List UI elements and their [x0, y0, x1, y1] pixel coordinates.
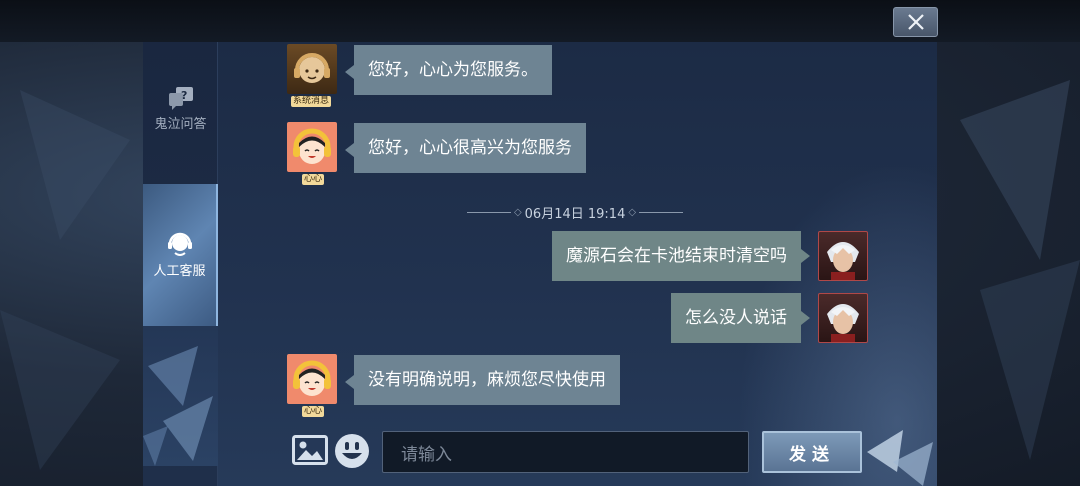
player-avatar: [818, 231, 868, 281]
message-bubble: 怎么没人说话: [671, 293, 810, 343]
message-bubble: 魔源石会在卡池结束时清空吗: [552, 231, 810, 281]
sidebar: ? 鬼泣问答 人工客服: [143, 42, 218, 486]
message-row: 系统消息 您好，心心为您服务。: [287, 44, 552, 108]
image-icon[interactable]: [292, 435, 328, 465]
sidebar-item-faq[interactable]: ? 鬼泣问答: [143, 86, 218, 146]
xinxin-avatar-icon: [293, 360, 331, 396]
xinxin-avatar-icon: [293, 128, 331, 164]
avatar-block: 系统消息: [287, 44, 337, 108]
message-bubble: 您好，心心为您服务。: [345, 45, 552, 95]
chat-panel: ? 鬼泣问答 人工客服 系统消息 您好，心心为您服务。 心心 您好，心心很高兴为…: [143, 42, 937, 486]
close-icon: [907, 14, 924, 30]
sidebar-item-label: 人工客服: [153, 264, 206, 279]
sidebar-decoration: [143, 326, 218, 466]
svg-text:?: ?: [181, 89, 187, 102]
background-shard-decoration-left: [0, 90, 130, 470]
message-row: 心心 没有明确说明，麻烦您尽快使用: [287, 354, 620, 418]
sender-tag: 心心: [302, 406, 325, 417]
sidebar-item-customer-service[interactable]: 人工客服: [143, 184, 218, 326]
background-shard-decoration: [960, 80, 1080, 460]
shard-decoration: [143, 346, 213, 466]
message-row: 魔源石会在卡池结束时清空吗: [552, 231, 868, 281]
send-button[interactable]: 发送: [762, 431, 862, 473]
message-bubble: 没有明确说明，麻烦您尽快使用: [345, 355, 620, 405]
timestamp-divider: ◇ 06月14日 19:14 ◇: [455, 202, 695, 222]
divider-line: [639, 211, 684, 213]
avatar-block: 心心: [287, 122, 337, 186]
message-bubble: 您好，心心很高兴为您服务: [345, 123, 586, 173]
player-avatar-icon: [827, 304, 859, 342]
player-avatar: [818, 293, 868, 343]
divider-line: [466, 211, 511, 213]
crystal-decoration: [867, 430, 933, 486]
avatar-block: 心心: [287, 354, 337, 418]
message-input[interactable]: 请输入: [382, 431, 749, 473]
system-avatar: [287, 44, 337, 94]
divider-ornament-icon: ◇: [628, 206, 637, 218]
sender-tag: 系统消息: [291, 96, 332, 107]
system-avatar-icon: [294, 53, 330, 83]
emoji-icon[interactable]: [334, 433, 370, 469]
sender-tag: 心心: [302, 174, 325, 185]
input-placeholder: 请输入: [401, 444, 452, 465]
xinxin-avatar: [287, 354, 337, 404]
close-button[interactable]: [893, 7, 938, 37]
sidebar-item-label: 鬼泣问答: [154, 117, 207, 132]
headset-icon: [167, 232, 192, 256]
xinxin-avatar: [287, 122, 337, 172]
message-row: 怎么没人说话: [671, 293, 868, 343]
question-chat-icon: ?: [168, 87, 193, 110]
player-avatar-icon: [827, 242, 859, 280]
divider-ornament-icon: ◇: [513, 206, 522, 218]
message-row: 心心 您好，心心很高兴为您服务: [287, 122, 586, 186]
timestamp-text: 06月14日 19:14: [524, 206, 626, 222]
